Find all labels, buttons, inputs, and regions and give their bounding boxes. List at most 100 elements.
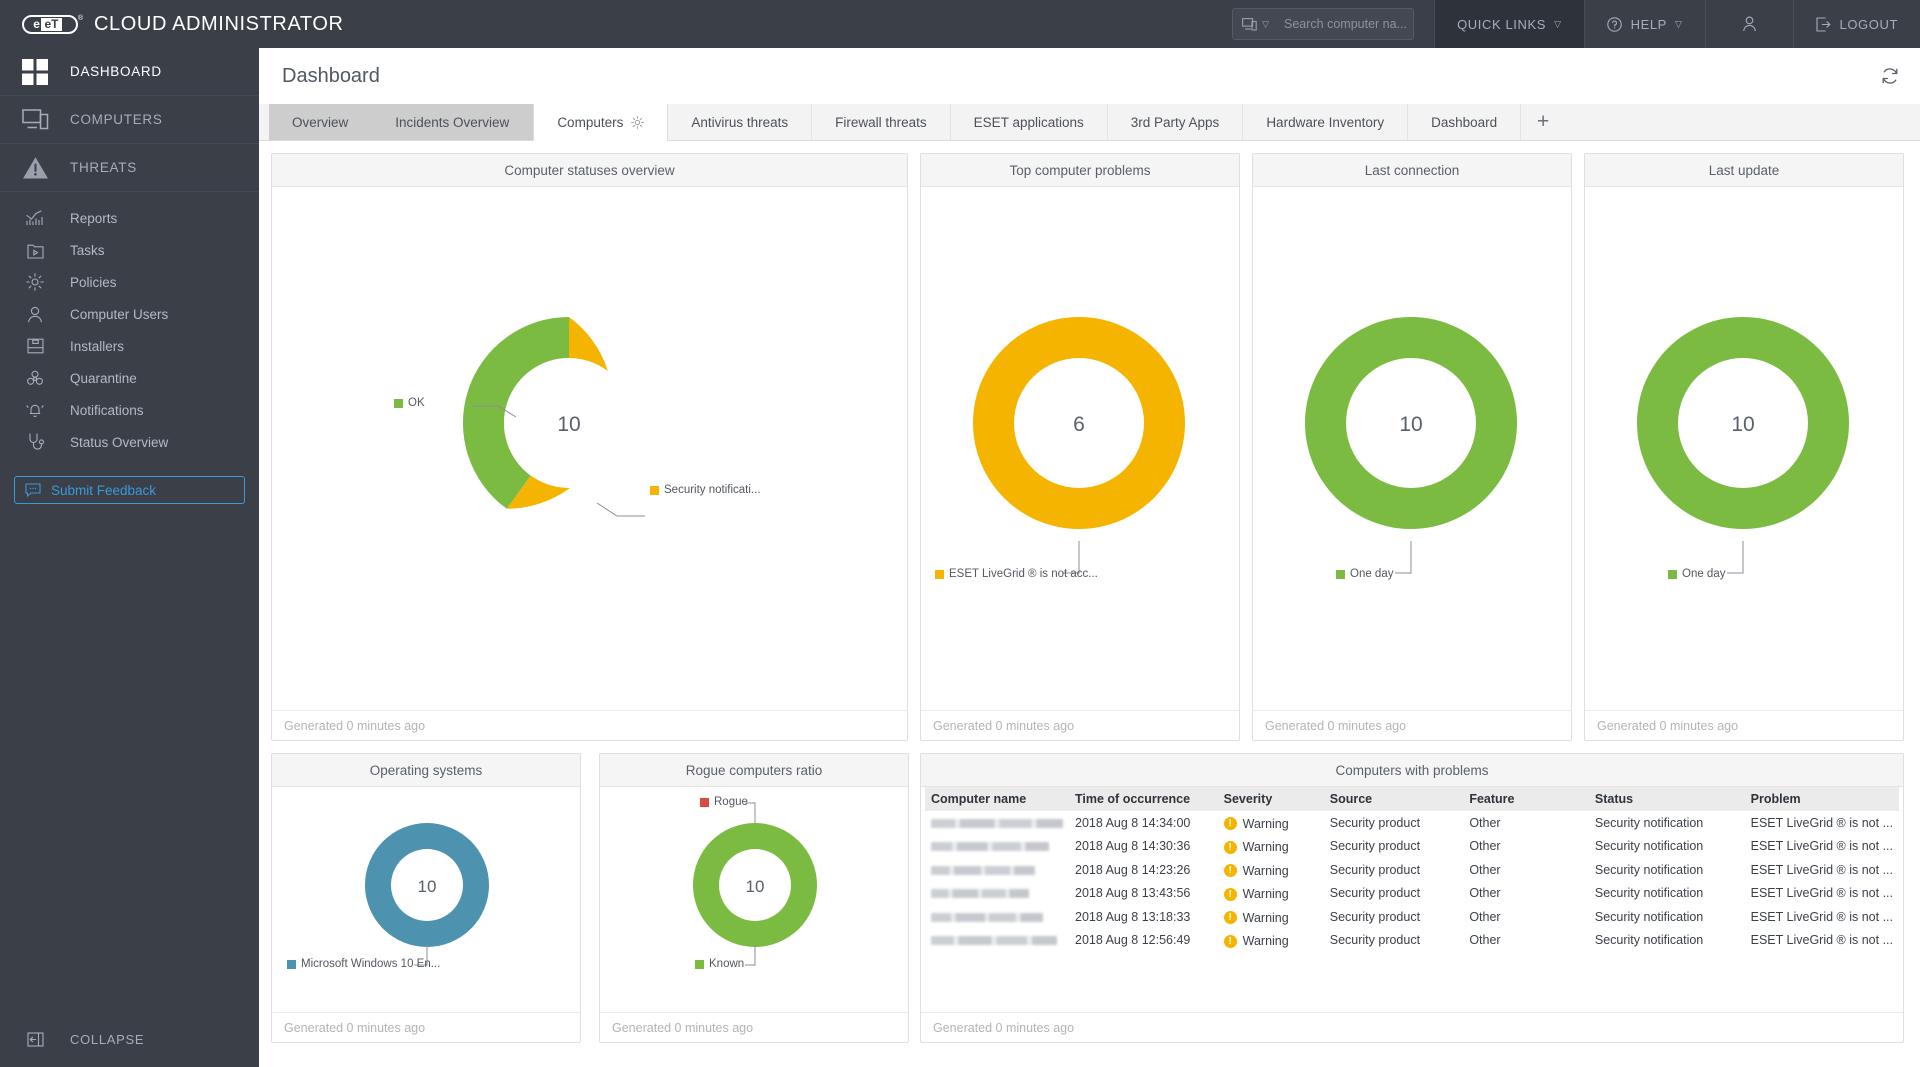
tab-antivirus-threats[interactable]: Antivirus threats xyxy=(668,104,813,140)
column-header-computer-name[interactable]: Computer name xyxy=(925,787,1069,811)
table-row[interactable]: 2018 Aug 8 13:43:56! Warning Security prod… xyxy=(925,882,1899,906)
table-row[interactable]: 2018 Aug 8 14:34:00! Warning Security prod… xyxy=(925,811,1899,835)
widget-chart-area: 10 One day xyxy=(1585,187,1903,710)
table-row[interactable]: 2018 Aug 8 13:18:33 ! Warning Security prod… xyxy=(925,905,1899,929)
column-header-problem[interactable]: Problem xyxy=(1744,787,1899,811)
sidebar-item-policies[interactable]: Policies xyxy=(0,266,259,298)
widget-chart-area: Rogue 10 Known xyxy=(600,787,908,1012)
sidebar-item-dashboard[interactable]: DASHBOARD xyxy=(0,48,259,96)
table-row[interactable]: 2018 Aug 8 14:23:26! Warning Security prod… xyxy=(925,858,1899,882)
computer-icon xyxy=(1233,17,1262,31)
redacted-computer-name xyxy=(931,818,1063,828)
donut-chart[interactable]: 6 xyxy=(959,303,1199,574)
installer-box-icon xyxy=(0,338,70,354)
legend-item-windows10: Microsoft Windows 10 En... xyxy=(287,958,440,970)
sidebar-item-reports[interactable]: Reports xyxy=(0,202,259,234)
collapse-sidebar-button[interactable]: COLLAPSE xyxy=(0,1011,259,1067)
logout-button[interactable]: LOGOUT xyxy=(1792,0,1920,48)
column-header-time[interactable]: Time of occurrence xyxy=(1069,787,1218,811)
sidebar-label-policies: Policies xyxy=(70,274,117,290)
redacted-computer-name xyxy=(931,865,1035,875)
legend-label: One day xyxy=(1350,568,1394,580)
donut-svg: 10 xyxy=(1305,317,1517,529)
sidebar: DASHBOARD COMPUTERS THREATS Reports Task… xyxy=(0,48,259,1067)
donut-chart[interactable]: 10 xyxy=(693,802,817,966)
redacted-computer-name xyxy=(931,889,1029,899)
cell-computer-name xyxy=(925,929,1069,953)
sidebar-item-computer-users[interactable]: Computer Users xyxy=(0,298,259,330)
sidebar-item-computers[interactable]: COMPUTERS xyxy=(0,96,259,144)
refresh-icon[interactable] xyxy=(1880,66,1900,86)
quick-links-menu[interactable]: QUICK LINKS ▽ xyxy=(1434,0,1584,48)
widget-computers-with-problems: Computers with problems Computer name Ti… xyxy=(920,753,1904,1043)
tab-hardware-inventory[interactable]: Hardware Inventory xyxy=(1243,104,1409,140)
severity-label: Warning xyxy=(1242,934,1289,948)
table-row[interactable]: 2018 Aug 8 12:56:49! Warning Security prod… xyxy=(925,929,1899,953)
tab-computers[interactable]: Computers xyxy=(533,104,669,141)
tab-eset-applications[interactable]: ESET applications xyxy=(950,104,1108,140)
cell-feature: Other xyxy=(1469,839,1501,854)
tab-label: Antivirus threats xyxy=(691,114,789,130)
cell-problem: ESET LiveGrid ® is not ... xyxy=(1750,909,1893,924)
gear-icon[interactable] xyxy=(631,116,645,129)
tab-incidents-overview[interactable]: Incidents Overview xyxy=(372,104,534,140)
tab-dashboard[interactable]: Dashboard xyxy=(1408,104,1522,140)
widget-footer: Generated 0 minutes ago xyxy=(1253,710,1571,740)
severity-label: Warning xyxy=(1242,910,1289,925)
question-circle-icon xyxy=(1606,16,1622,32)
table-row[interactable]: 2018 Aug 8 14:30:36! Warning Security prod… xyxy=(925,835,1899,859)
tab-3rd-party-apps[interactable]: 3rd Party Apps xyxy=(1107,104,1244,140)
tab-overview[interactable]: Overview xyxy=(269,104,373,140)
cell-severity: ! Warning xyxy=(1218,835,1324,859)
column-header-source[interactable]: Source xyxy=(1323,787,1464,811)
cell-source: Security product xyxy=(1329,862,1421,877)
cell-problem: ESET LiveGrid ® is not ... xyxy=(1750,886,1893,901)
donut-chart[interactable]: 10 xyxy=(1623,303,1863,574)
add-tab-button[interactable]: + xyxy=(1521,104,1565,140)
cell-severity: ! Warning xyxy=(1218,882,1324,906)
brand-area: es eT ® CLOUD ADMINISTRATOR xyxy=(0,0,400,48)
sidebar-item-quarantine[interactable]: Quarantine xyxy=(0,362,259,394)
sidebar-item-threats[interactable]: THREATS xyxy=(0,144,259,192)
cell-status: Security notification xyxy=(1594,909,1704,924)
cell-source: Security product xyxy=(1329,886,1421,901)
user-menu[interactable] xyxy=(1704,0,1793,48)
cell-feature: Other xyxy=(1469,815,1501,830)
cell-computer-name xyxy=(925,858,1069,882)
search-box[interactable]: ▽ xyxy=(1232,8,1446,40)
column-header-feature[interactable]: Feature xyxy=(1463,787,1589,811)
sidebar-item-notifications[interactable]: Notifications xyxy=(0,394,259,426)
cell-time-of-occurrence: 2018 Aug 8 13:18:33 xyxy=(1075,909,1191,924)
cell-severity: ! Warning xyxy=(1218,905,1324,929)
warning-icon: ! xyxy=(1223,817,1237,830)
donut-chart[interactable]: 10 xyxy=(449,303,689,543)
column-header-severity[interactable]: Severity xyxy=(1217,787,1324,811)
submit-feedback-button[interactable]: Submit Feedback xyxy=(14,476,245,504)
sidebar-item-tasks[interactable]: Tasks xyxy=(0,234,259,266)
help-menu[interactable]: HELP ▽ xyxy=(1583,0,1705,48)
tab-firewall-threats[interactable]: Firewall threats xyxy=(812,104,951,140)
search-input[interactable] xyxy=(1276,17,1446,31)
donut-leader-lines xyxy=(1727,541,1744,574)
severity-label: Warning xyxy=(1242,816,1289,831)
donut-svg: 10 xyxy=(693,823,817,947)
problems-table: Computer name Time of occurrence Severit… xyxy=(925,787,1899,952)
brand-title: CLOUD ADMINISTRATOR xyxy=(94,12,344,35)
stethoscope-icon xyxy=(0,433,70,451)
quick-links-label: QUICK LINKS xyxy=(1457,16,1547,32)
column-header-status[interactable]: Status xyxy=(1588,787,1745,811)
cell-source: Security product xyxy=(1329,909,1421,924)
widget-title: Top computer problems xyxy=(921,154,1239,187)
widget-last-connection: Last connection 10 One day Generated 0 m… xyxy=(1252,153,1572,741)
donut-chart[interactable]: 10 xyxy=(365,823,489,966)
sidebar-label-installers: Installers xyxy=(70,338,125,354)
sidebar-item-installers[interactable]: Installers xyxy=(0,330,259,362)
chevron-down-icon[interactable]: ▽ xyxy=(1262,19,1276,30)
sidebar-item-status-overview[interactable]: Status Overview xyxy=(0,426,259,458)
donut-svg: 10 xyxy=(1637,317,1849,529)
legend-swatch xyxy=(287,959,296,969)
donut-chart[interactable]: 10 xyxy=(1291,303,1531,574)
widget-chart-area: 10 OK Security notificati... xyxy=(272,187,907,710)
redacted-computer-name xyxy=(931,842,1049,852)
cell-feature: Other xyxy=(1469,909,1501,924)
